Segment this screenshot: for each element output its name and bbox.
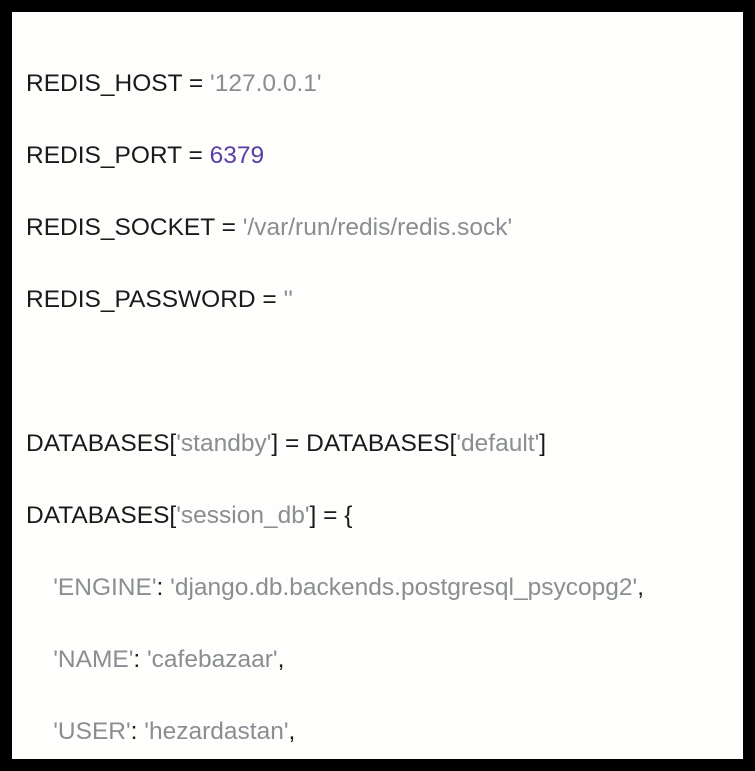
- string-literal: 'standby': [176, 430, 271, 457]
- identifier: DATABASES[: [26, 430, 176, 457]
- identifier: REDIS_PASSWORD: [26, 286, 256, 313]
- code-line: REDIS_HOST = '127.0.0.1': [26, 66, 729, 102]
- identifier: REDIS_SOCKET: [26, 214, 215, 241]
- comma: ,: [637, 574, 644, 601]
- identifier: DATABASES[: [26, 502, 176, 529]
- indent: [26, 646, 53, 673]
- brace-open: {: [344, 502, 352, 529]
- comma: ,: [289, 718, 296, 745]
- string-literal: 'session_db': [176, 502, 309, 529]
- code-line: 'NAME': 'cafebazaar',: [26, 642, 729, 678]
- indent: [26, 718, 53, 745]
- string-literal: 'django.db.backends.postgresql_psycopg2': [170, 574, 637, 601]
- indent: [26, 574, 53, 601]
- colon: :: [133, 646, 147, 673]
- code-line: REDIS_SOCKET = '/var/run/redis/redis.soc…: [26, 210, 729, 246]
- number-literal: 6379: [210, 142, 265, 169]
- code-line: 'ENGINE': 'django.db.backends.postgresql…: [26, 570, 729, 606]
- operator-equals: =: [215, 214, 243, 241]
- screenshot-frame: REDIS_HOST = '127.0.0.1' REDIS_PORT = 63…: [0, 0, 755, 771]
- code-line: REDIS_PASSWORD = '': [26, 282, 729, 318]
- operator-equals: =: [182, 142, 210, 169]
- string-literal: '': [284, 286, 293, 313]
- string-literal: 'cafebazaar': [147, 646, 278, 673]
- string-literal: '/var/run/redis/redis.sock': [243, 214, 512, 241]
- operator-equals: =: [278, 430, 306, 457]
- code-line: DATABASES['standby'] = DATABASES['defaul…: [26, 426, 729, 462]
- identifier: DATABASES[: [306, 430, 456, 457]
- identifier: REDIS_HOST: [26, 70, 182, 97]
- string-literal: 'default': [456, 430, 539, 457]
- string-literal: 'hezardastan': [144, 718, 288, 745]
- dict-key: 'ENGINE': [53, 574, 156, 601]
- comma: ,: [278, 646, 285, 673]
- code-block: REDIS_HOST = '127.0.0.1' REDIS_PORT = 63…: [12, 12, 743, 759]
- code-line: DATABASES['session_db'] = {: [26, 498, 729, 534]
- blank-line: [26, 354, 729, 390]
- operator-equals: =: [182, 70, 210, 97]
- identifier: REDIS_PORT: [26, 142, 182, 169]
- dict-key: 'NAME': [53, 646, 133, 673]
- code-line: REDIS_PORT = 6379: [26, 138, 729, 174]
- operator-equals: =: [256, 286, 284, 313]
- bracket: ]: [539, 430, 546, 457]
- operator-equals: =: [316, 502, 344, 529]
- string-literal: '127.0.0.1': [210, 70, 322, 97]
- colon: :: [131, 718, 145, 745]
- colon: :: [157, 574, 171, 601]
- dict-key: 'USER': [53, 718, 130, 745]
- code-line: 'USER': 'hezardastan',: [26, 714, 729, 750]
